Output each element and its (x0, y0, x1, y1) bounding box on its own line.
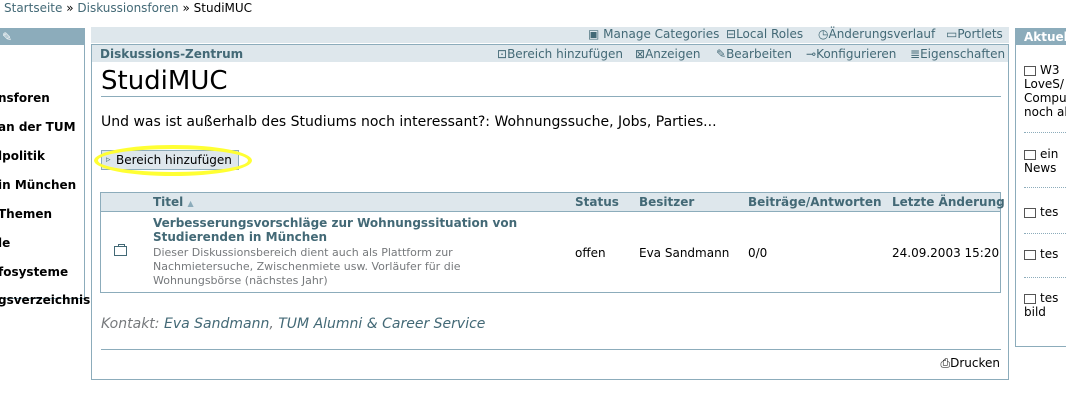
news-item-label: tes (1040, 205, 1059, 219)
left-navigation-portlet: ✎ nsforen an der TUM lpolitik in München… (0, 28, 90, 307)
nav-item[interactable]: an der TUM (0, 120, 76, 134)
nav-item[interactable]: le (0, 236, 10, 250)
news-item[interactable]: ein News (1024, 147, 1066, 175)
main-content: StudiMUC Und was ist außerhalb des Studi… (91, 62, 1009, 380)
document-icon (1024, 207, 1036, 218)
news-item-label: tes (1040, 247, 1059, 261)
lock-icon: ⊟ (726, 27, 737, 41)
print-action[interactable]: ⎙Drucken (941, 356, 1001, 371)
pencil-icon: ✎ (716, 47, 727, 61)
breadcrumb-current: StudiMUC (193, 1, 253, 15)
document-icon (1024, 249, 1036, 260)
row-title-link[interactable]: Verbesserungsvorschläge zur Wohnungssitu… (153, 216, 563, 244)
edit-tab-label: Bearbeiten (726, 47, 792, 61)
contact-label: Kontakt: (101, 316, 160, 332)
window-icon: ▭ (946, 27, 958, 41)
news-separator (1024, 187, 1066, 189)
history-action[interactable]: ◷Änderungsverlauf (818, 27, 935, 41)
properties-tab-label: Eigenschaften (920, 47, 1006, 61)
page-description: Und was ist außerhalb des Studiums noch … (101, 114, 717, 130)
add-area-tab-label: Bereich hinzufügen (507, 47, 623, 61)
news-item[interactable]: tes bild (1024, 291, 1066, 319)
wrench-icon: ⊸ (806, 47, 817, 61)
news-separator (1024, 233, 1066, 235)
breadcrumb-forums-link[interactable]: Diskussionsforen (77, 1, 178, 15)
section-title: Diskussions-Zentrum (100, 47, 244, 61)
column-header-owner[interactable]: Besitzer (639, 195, 694, 209)
nav-item[interactable]: lpolitik (0, 149, 45, 163)
news-item[interactable]: tes (1024, 247, 1058, 261)
print-label: Drucken (950, 356, 1000, 370)
column-header-status[interactable]: Status (575, 195, 619, 209)
news-separator (1024, 277, 1066, 279)
contact-org-link[interactable]: TUM Alumni & Career Service (278, 316, 485, 332)
news-separator (1024, 132, 1066, 134)
clock-icon: ◷ (818, 27, 829, 41)
view-tab-label: Anzeigen (645, 47, 701, 61)
news-item[interactable]: tes (1024, 205, 1058, 219)
contact-line: Kontakt: Eva Sandmann, TUM Alumni & Care… (101, 316, 485, 332)
contact-separator: , (269, 316, 274, 332)
portlets-action[interactable]: ▭Portlets (946, 27, 1003, 41)
row-owner: Eva Sandmann (639, 246, 730, 260)
history-label: Änderungsverlauf (828, 27, 936, 41)
manage-categories-label: Manage Categories (603, 27, 720, 41)
edit-tab[interactable]: ✎Bearbeiten (716, 47, 792, 61)
configure-tab-label: Konfigurieren (816, 47, 897, 61)
row-posts: 0/0 (748, 246, 768, 260)
add-folder-icon: ⊡ (497, 47, 508, 61)
column-header-title[interactable]: Titel ▲ (153, 195, 194, 209)
breadcrumb-home-link[interactable]: Startseite (4, 1, 62, 15)
content-tabs-bar: Diskussions-Zentrum ⊡Bereich hinzufügen … (91, 44, 1009, 62)
add-area-button[interactable]: Bereich hinzufügen (101, 150, 239, 170)
document-icon (1024, 65, 1036, 76)
contact-person-link[interactable]: Eva Sandmann (164, 316, 269, 332)
list-icon: ≣ (910, 47, 921, 61)
nav-item[interactable]: Themen (0, 207, 52, 221)
folder-icon (114, 244, 127, 256)
edit-icon[interactable]: ✎ (2, 30, 12, 44)
breadcrumb-separator: » (66, 1, 74, 15)
local-roles-action[interactable]: ⊟Local Roles (726, 27, 803, 41)
nav-item[interactable]: gsverzeichnis (0, 293, 90, 307)
row-status: offen (575, 246, 606, 260)
forum-table: Titel ▲ Status Besitzer Beiträge/Antwort… (100, 192, 1005, 293)
box-icon: ▣ (588, 27, 600, 41)
breadcrumb-separator: » (182, 1, 190, 15)
add-area-tab[interactable]: ⊡Bereich hinzufügen (497, 47, 623, 61)
site-actions-bar: ▣ Manage Categories ⊟Local Roles ◷Änderu… (91, 27, 1009, 43)
properties-tab[interactable]: ≣Eigenschaften (910, 47, 1005, 61)
column-title-label: Titel (153, 195, 184, 209)
document-icon (1024, 149, 1036, 160)
column-header-modified[interactable]: Letzte Änderung (892, 195, 1005, 209)
sort-up-icon: ▲ (187, 199, 194, 208)
nav-item[interactable]: nsforen (0, 91, 50, 105)
news-portlet-header: Aktuell (1016, 29, 1066, 45)
configure-tab[interactable]: ⊸Konfigurieren (806, 47, 896, 61)
printer-icon: ⎙ (940, 356, 951, 370)
title-divider (101, 96, 1001, 97)
local-roles-label: Local Roles (736, 27, 804, 41)
column-header-posts[interactable]: Beiträge/Antworten (748, 195, 882, 209)
portlet-header: ✎ (0, 29, 84, 45)
row-description: Dieser Diskussionsbereich dient auch als… (153, 246, 461, 287)
nav-item[interactable]: in München (0, 178, 76, 192)
news-item[interactable]: W3 LoveS/ Compu noch al (1024, 63, 1066, 119)
table-header: Titel ▲ Status Besitzer Beiträge/Antwort… (101, 193, 1005, 212)
page-title: StudiMUC (101, 66, 228, 96)
row-modified: 24.09.2003 15:20 (892, 246, 1000, 260)
manage-categories-action[interactable]: ▣ Manage Categories (588, 27, 719, 41)
news-portlet: Aktuell W3 LoveS/ Compu noch al ein News… (1015, 28, 1066, 347)
footer-divider (101, 349, 1001, 350)
view-tab[interactable]: ⊠Anzeigen (635, 47, 701, 61)
document-icon (1024, 293, 1036, 304)
breadcrumb: Startseite » Diskussionsforen » StudiMUC (4, 1, 252, 15)
nav-item[interactable]: fosysteme (0, 265, 68, 279)
view-icon: ⊠ (635, 47, 646, 61)
portlets-label: Portlets (957, 27, 1003, 41)
